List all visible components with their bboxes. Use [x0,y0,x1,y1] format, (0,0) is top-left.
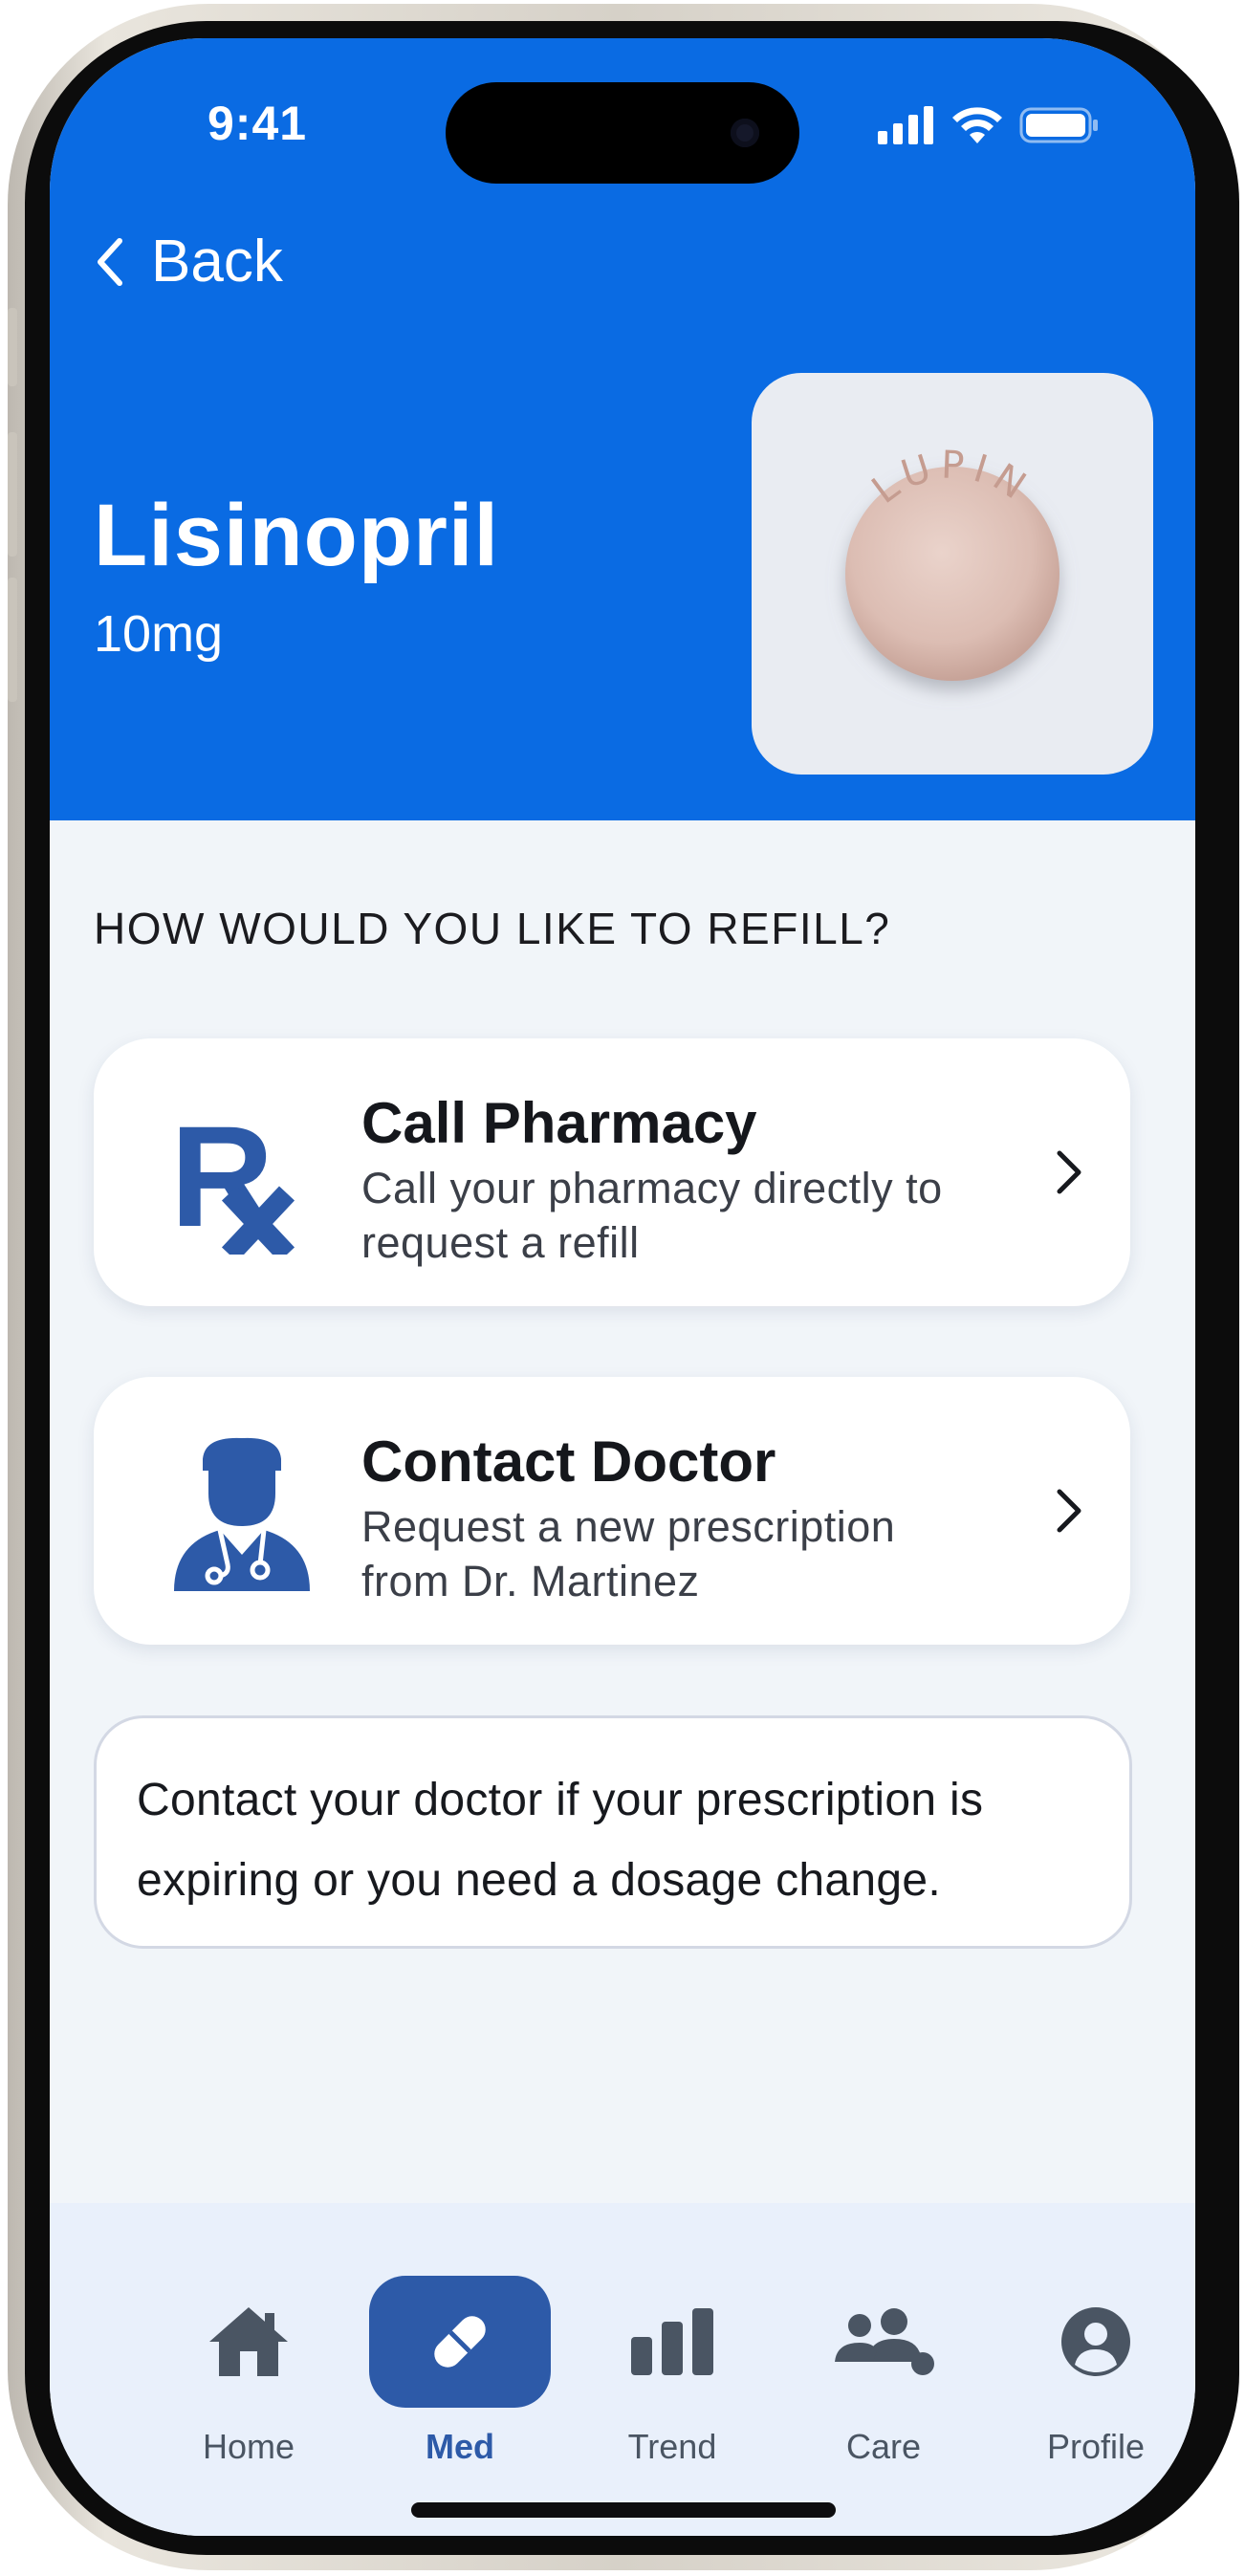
volume-down-button [8,578,17,702]
tab-trend-icon-wrap [581,2276,763,2408]
chevron-left-icon [98,237,122,286]
action-button [8,308,17,386]
volume-up-button [8,432,17,557]
signal-icon [878,106,933,144]
back-button[interactable]: Back [94,228,283,295]
rx-icon: R [170,1096,295,1255]
back-label: Back [151,229,283,295]
tab-home-label: Home [202,2427,295,2466]
status-icons [878,105,1100,145]
user-circle-icon [1061,2307,1130,2376]
dynamic-island [446,82,799,184]
pill-image: LUPIN [845,444,1059,681]
home-icon [209,2307,288,2376]
tab-home-icon-wrap [158,2276,339,2408]
tab-med[interactable]: Med [366,2276,554,2467]
battery-icon [1019,107,1098,143]
tab-home[interactable]: Home [155,2276,342,2467]
tab-profile-icon-wrap [1005,2276,1187,2408]
tab-med-icon-wrap [369,2276,551,2408]
tab-care-label: Care [845,2427,922,2466]
wifi-icon [952,107,1002,143]
contact-doctor-card[interactable]: Contact Doctor Request a new prescriptio… [94,1377,1130,1645]
drug-dose: 10mg [94,605,224,663]
contact-doctor-title: Contact Doctor [361,1430,776,1494]
tab-care[interactable]: Care [790,2276,977,2467]
refill-section-title: HOW WOULD YOU LIKE TO REFILL? [94,904,891,953]
app-screen: 9:41 Back Lisinopril 10mg LUPIN HOW WOUL… [50,38,1195,2536]
tab-trend-label: Trend [627,2427,717,2466]
call-pharmacy-title: Call Pharmacy [361,1091,757,1155]
tab-trend[interactable]: Trend [579,2276,766,2467]
chevron-right-icon [1057,1150,1081,1194]
info-note-text: Contact your doctor if your prescription… [137,1775,984,1906]
status-time: 9:41 [208,97,308,150]
refill-info-note: Contact your doctor if your prescription… [94,1715,1132,1949]
pill-image-card: LUPIN [752,373,1153,775]
bottom-tab-bar: Home Med Trend Care Profile [50,2203,1195,2536]
call-pharmacy-description: Call your pharmacy directly to request a… [361,1164,943,1267]
bar-chart-icon [631,2308,713,2375]
front-camera [731,119,759,147]
tab-med-label: Med [426,2427,494,2466]
doctor-icon [174,1437,310,1591]
pill-icon [434,2316,486,2368]
people-icon [835,2308,934,2375]
call-pharmacy-card[interactable]: R Call Pharmacy Call your pharmacy direc… [94,1038,1130,1306]
medication-header: 9:41 Back Lisinopril 10mg LUPIN [50,38,1195,820]
tab-care-icon-wrap [793,2276,974,2408]
tab-profile[interactable]: Profile [1002,2276,1190,2467]
chevron-right-icon [1057,1489,1081,1533]
drug-name: Lisinopril [94,487,499,584]
tab-profile-label: Profile [1046,2427,1146,2466]
contact-doctor-description: Request a new prescription from Dr. Mart… [361,1502,896,1605]
home-indicator[interactable] [411,2502,836,2518]
